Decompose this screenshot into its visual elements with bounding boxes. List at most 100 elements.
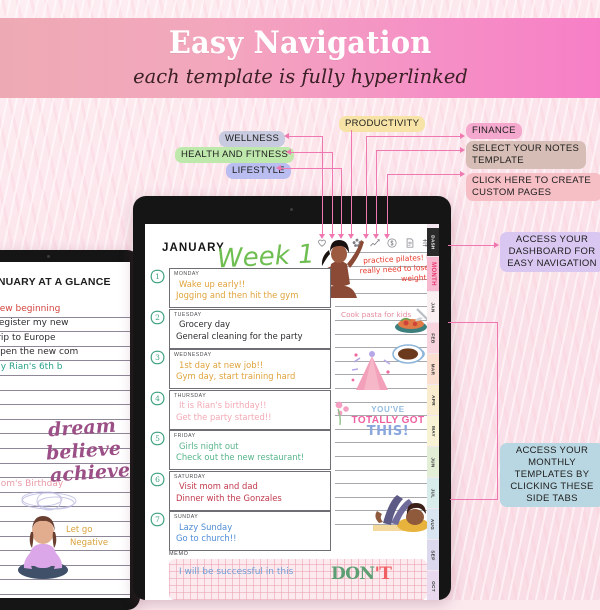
glance-row[interactable]: 3.Trip to Europe: [0, 331, 130, 347]
notes-page-icon[interactable]: [405, 238, 415, 248]
banner-subtitle: each template is fully hyperlinked: [132, 64, 468, 88]
side-tab-apr[interactable]: APR: [427, 385, 439, 415]
day-block[interactable]: TUESDAY Grocery day General cleaning for t…: [169, 308, 331, 349]
floral-sticker-icon: [335, 401, 349, 426]
note-line[interactable]: [335, 469, 427, 471]
day-block[interactable]: WEDNESDAY 1st day at new job!! Gym day, st…: [169, 349, 331, 389]
day-task-line-2: Check out the new restaurant!: [176, 452, 305, 462]
encourage-line-1: YOU'VE: [371, 405, 405, 414]
glance-row-text: Open the new com: [0, 347, 79, 358]
day-task-line-1: It is Rian's birthday!!: [179, 400, 267, 410]
side-tab-jan[interactable]: JAN: [427, 292, 439, 322]
header-banner: Easy Navigation each template is fully h…: [0, 18, 600, 98]
meditating-woman-illustration: [18, 516, 68, 579]
encouragement-sticker: YOU'VE TOTALLY GOT THIS!: [349, 404, 427, 439]
side-tab-label: AUG: [430, 518, 436, 530]
glance-row[interactable]: 6.: [0, 375, 130, 391]
glance-row[interactable]: 4.Open the new com: [0, 346, 130, 362]
callout-health-and-fitness[interactable]: HEALTH AND FITNESS: [175, 147, 295, 163]
day-task-line-1: Visit mom and dad: [179, 481, 258, 491]
callout-wellness[interactable]: WELLNESS: [219, 131, 286, 147]
day-block[interactable]: THURSDAY It is Rian's birthday!! Get the p…: [169, 389, 331, 430]
weekly-planner-page: JANUARY Week 1 practice pilates! I reall…: [145, 224, 439, 600]
day-number-badge: 2: [150, 310, 165, 325]
callout-lifestyle[interactable]: LIFESTYLE: [226, 163, 291, 179]
day-number-badge: 6: [150, 472, 165, 487]
side-tab-dash[interactable]: DASH: [427, 228, 439, 256]
day-block[interactable]: FRIDAY Girls night out Check out the new r…: [169, 430, 331, 470]
day-name: WEDNESDAY: [174, 352, 212, 358]
main-tablet-screen: JANUARY Week 1 practice pilates! I reall…: [145, 224, 439, 600]
side-tab-mar[interactable]: MAR: [427, 354, 439, 384]
glance-row[interactable]: 20.: [0, 579, 130, 595]
note-line[interactable]: [335, 456, 427, 457]
glance-row-text: Trip to Europe: [0, 332, 56, 343]
side-tab-month[interactable]: MONTH: [427, 257, 439, 291]
day-task-line-2: Get the party started!!: [176, 411, 272, 422]
day-name: FRIDAY: [174, 433, 196, 439]
day-task-line-2: Gym day, start training hard: [176, 371, 296, 381]
side-tab-aug[interactable]: AUG: [427, 509, 439, 539]
glance-row[interactable]: 1.New beginning: [0, 302, 130, 318]
day-number-badge: 1: [150, 269, 165, 284]
day-task-line-1: 1st day at new job!!: [179, 359, 264, 370]
side-tab-feb[interactable]: FEB: [427, 323, 439, 353]
day-task-line-1: Grocery day: [179, 319, 231, 329]
glance-page-title: JANUARY AT A GLANCE: [0, 276, 111, 288]
day-task-line-2: Jogging and then hit the gym: [176, 290, 299, 300]
day-block[interactable]: MONDAY Wake up early!! Jogging and then hi…: [169, 268, 331, 308]
secondary-tablet-screen: JANUARY AT A GLANCE 1.New beginning2.Reg…: [0, 262, 130, 598]
encourage-line-3: THIS!: [366, 424, 410, 439]
day-task-line-2: Go to church!!: [176, 533, 237, 543]
party-hat-illustration: [351, 351, 391, 390]
note-line[interactable]: [335, 442, 427, 444]
glance-row[interactable]: 5.My Rian's 6th b: [0, 360, 130, 376]
side-tab-jul[interactable]: JUL: [427, 478, 439, 508]
camera-dot-icon: [47, 255, 50, 258]
day-task-line-1: Wake up early!!: [179, 278, 246, 289]
coffee-cup-illustration: [392, 344, 425, 364]
dont-sticker: DON'T: [331, 564, 392, 584]
callout-finance[interactable]: FINANCE: [466, 123, 522, 139]
side-tab-label: SEP: [430, 549, 436, 561]
letgo-line2: Negative: [70, 538, 109, 548]
glance-row[interactable]: 7.: [0, 390, 130, 406]
day-task-line-2: General cleaning for the party: [176, 330, 303, 341]
camera-dot-icon: [290, 208, 293, 211]
memo-label: MEMO: [169, 551, 189, 557]
side-tab-label: APR: [430, 394, 436, 406]
glance-row[interactable]: 21.: [0, 594, 130, 598]
day-number-badge: 5: [150, 431, 165, 446]
day-number-badge: 4: [150, 391, 165, 406]
yoga-woman-illustration: [373, 495, 429, 532]
side-tab-oct[interactable]: OCT: [427, 571, 439, 600]
glance-row-text: New beginning: [0, 303, 61, 314]
day-task-line-1: Lazy Sunday: [179, 521, 233, 532]
finance-dollar-icon[interactable]: [387, 238, 397, 248]
side-tab-may[interactable]: MAY: [427, 416, 439, 446]
side-tab-sep[interactable]: SEP: [427, 540, 439, 570]
productivity-chart-icon[interactable]: [369, 238, 380, 248]
callout-dashboard[interactable]: ACCESS YOUR DASHBOARD FOR EASY NAVIGATIO…: [500, 232, 600, 272]
callout-custom-pages[interactable]: CLICK HERE TO CREATE CUSTOM PAGES: [466, 173, 600, 201]
side-tab-label: FEB: [430, 332, 436, 344]
callout-notes-template[interactable]: SELECT YOUR NOTES TEMPLATE: [466, 141, 586, 169]
day-block[interactable]: SATURDAY Visit mom and dad Dinner with the…: [169, 470, 331, 511]
side-tab-label: JAN: [430, 301, 436, 313]
side-tab-label: MONTH: [430, 262, 436, 286]
day-block[interactable]: SUNDAY Lazy Sunday Go to church!!: [169, 511, 331, 551]
day-number-badge: 3: [150, 350, 165, 365]
side-tab-label: DASH: [430, 234, 436, 250]
day-name: MONDAY: [174, 271, 200, 277]
side-tab-label: JUL: [430, 488, 436, 498]
month-side-tab-list[interactable]: DASH MONTH JAN FEB MAR APR MAY JUN JUL AUG SEP OCT: [427, 224, 439, 600]
day-name: SATURDAY: [174, 473, 206, 480]
side-tab-jun[interactable]: JUN: [427, 447, 439, 477]
letgo-line1: Let go: [66, 525, 93, 535]
day-number-badge: 7: [150, 512, 165, 527]
callout-monthly-tabs[interactable]: ACCESS YOUR MONTHLY TEMPLATES BY CLICKIN…: [500, 443, 600, 507]
glance-row-text: Register my new: [0, 318, 69, 329]
glance-row[interactable]: 2.Register my new: [0, 317, 130, 333]
day-task-line-1: Girls night out: [179, 440, 239, 451]
side-tab-label: MAY: [430, 425, 436, 437]
